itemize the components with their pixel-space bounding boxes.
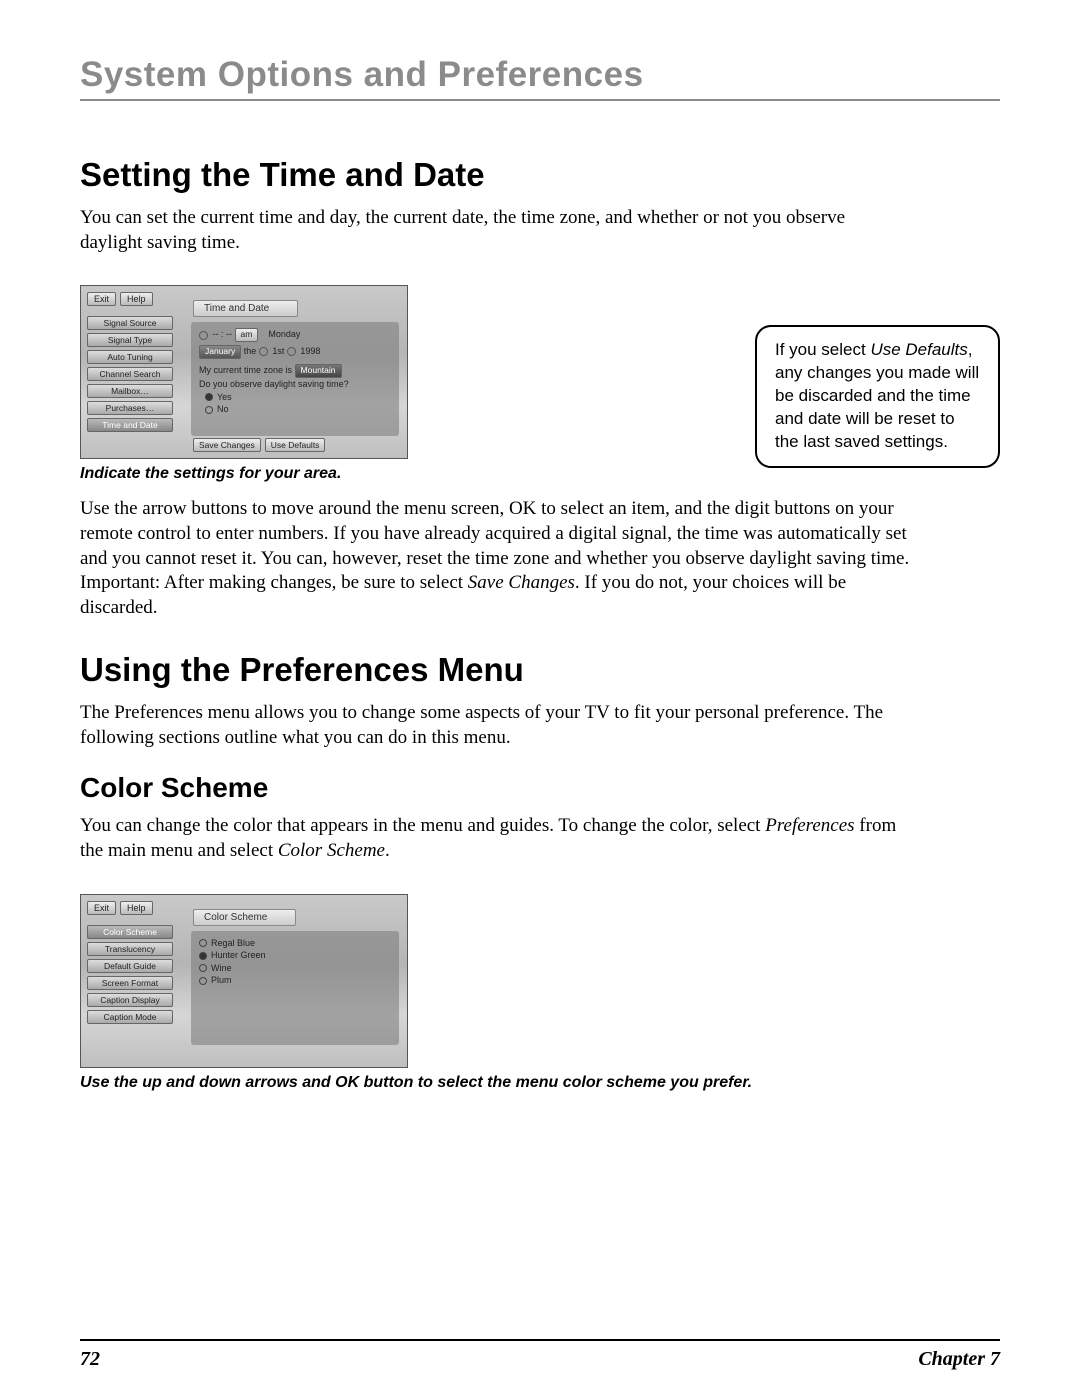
time-value: -- : -- <box>213 329 233 339</box>
heading-preferences: Using the Preferences Menu <box>80 651 1000 689</box>
radio-icon <box>199 939 207 947</box>
radio-icon <box>199 952 207 960</box>
sidebar-item: Default Guide <box>87 959 173 973</box>
sidebar-item: Signal Source <box>87 316 173 330</box>
shot2-sidebar: Color Scheme Translucency Default Guide … <box>87 925 173 1024</box>
the-label: the <box>244 346 257 356</box>
body-color-scheme: You can change the color that appears in… <box>80 814 910 863</box>
day-value: Monday <box>268 329 300 339</box>
callout-pre: If you select <box>775 340 870 359</box>
figure-2-caption: Use the up and down arrows and OK button… <box>80 1074 752 1092</box>
figure-1: Exit Help Time and Date Signal Source Si… <box>80 285 408 483</box>
callout-em: Use Defaults <box>870 340 967 359</box>
figure-2: Exit Help Color Scheme Color Scheme Tran… <box>80 894 752 1092</box>
page-title: System Options and Preferences <box>80 55 1000 101</box>
figure-row-2: Exit Help Color Scheme Color Scheme Tran… <box>80 894 1000 1092</box>
shot1-exit-button: Exit <box>87 292 116 306</box>
shot2-panel-title: Color Scheme <box>193 909 296 926</box>
shot2-panel-body: Regal Blue Hunter Green Wine Plum <box>191 931 399 1045</box>
clock-icon <box>199 331 208 340</box>
sidebar-item: Caption Mode <box>87 1010 173 1024</box>
use-defaults-button: Use Defaults <box>265 438 326 452</box>
shot1-panel-body: -- : -- am Monday January the 1st 1998 M… <box>191 322 399 436</box>
save-changes-button: Save Changes <box>193 438 261 452</box>
opt-label: Regal Blue <box>211 938 255 948</box>
sidebar-item: Caption Display <box>87 993 173 1007</box>
radio-icon <box>199 964 207 972</box>
intro-preferences: The Preferences menu allows you to chang… <box>80 701 910 750</box>
cs-pre1: You can change the color that appears in… <box>80 815 765 836</box>
sidebar-item-active: Color Scheme <box>87 925 173 939</box>
clock-icon <box>259 347 268 356</box>
sidebar-item-active: Time and Date <box>87 418 173 432</box>
page-number: 72 <box>80 1348 100 1371</box>
shot1-help-button: Help <box>120 292 153 306</box>
month-value: January <box>199 345 241 359</box>
sidebar-item: Signal Type <box>87 333 173 347</box>
opt-label: Wine <box>211 963 232 973</box>
sidebar-item: Channel Search <box>87 367 173 381</box>
body-time-date: Use the arrow buttons to move around the… <box>80 497 910 620</box>
heading-time-date: Setting the Time and Date <box>80 156 1000 194</box>
sidebar-item: Mailbox… <box>87 384 173 398</box>
tz-value: Mountain <box>295 364 342 378</box>
cs-post: . <box>385 840 390 861</box>
ampm-value: am <box>235 328 259 342</box>
radio-icon <box>205 393 213 401</box>
shot1-sidebar: Signal Source Signal Type Auto Tuning Ch… <box>87 316 173 432</box>
figure-row-1: Exit Help Time and Date Signal Source Si… <box>80 285 1000 483</box>
sidebar-item: Purchases… <box>87 401 173 415</box>
opt-label: Hunter Green <box>211 950 266 960</box>
intro-time-date: You can set the current time and day, th… <box>80 206 910 255</box>
screenshot-time-date: Exit Help Time and Date Signal Source Si… <box>80 285 408 459</box>
radio-icon <box>199 977 207 985</box>
date-value: 1st <box>272 346 284 356</box>
shot1-panel-title: Time and Date <box>193 300 298 317</box>
sidebar-item: Auto Tuning <box>87 350 173 364</box>
yes-label: Yes <box>217 392 232 402</box>
dst-question: Do you observe daylight saving time? <box>199 378 391 391</box>
chapter-label: Chapter 7 <box>918 1348 1000 1371</box>
screenshot-color-scheme: Exit Help Color Scheme Color Scheme Tran… <box>80 894 408 1068</box>
figure-1-caption: Indicate the settings for your area. <box>80 465 408 483</box>
tz-label: My current time zone is <box>199 365 295 375</box>
shot2-help-button: Help <box>120 901 153 915</box>
cs-em2: Color Scheme <box>278 840 385 861</box>
opt-label: Plum <box>211 975 232 985</box>
cs-em1: Preferences <box>765 815 854 836</box>
callout-use-defaults: If you select Use Defaults, any changes … <box>755 325 1000 468</box>
radio-icon <box>205 406 213 414</box>
page-footer: 72 Chapter 7 <box>80 1348 1000 1371</box>
sidebar-item: Translucency <box>87 942 173 956</box>
clock-icon <box>287 347 296 356</box>
body-em: Save Changes <box>468 572 575 593</box>
shot2-exit-button: Exit <box>87 901 116 915</box>
heading-color-scheme: Color Scheme <box>80 772 1000 804</box>
footer-rule <box>80 1339 1000 1341</box>
sidebar-item: Screen Format <box>87 976 173 990</box>
year-value: 1998 <box>300 346 320 356</box>
no-label: No <box>217 404 229 414</box>
